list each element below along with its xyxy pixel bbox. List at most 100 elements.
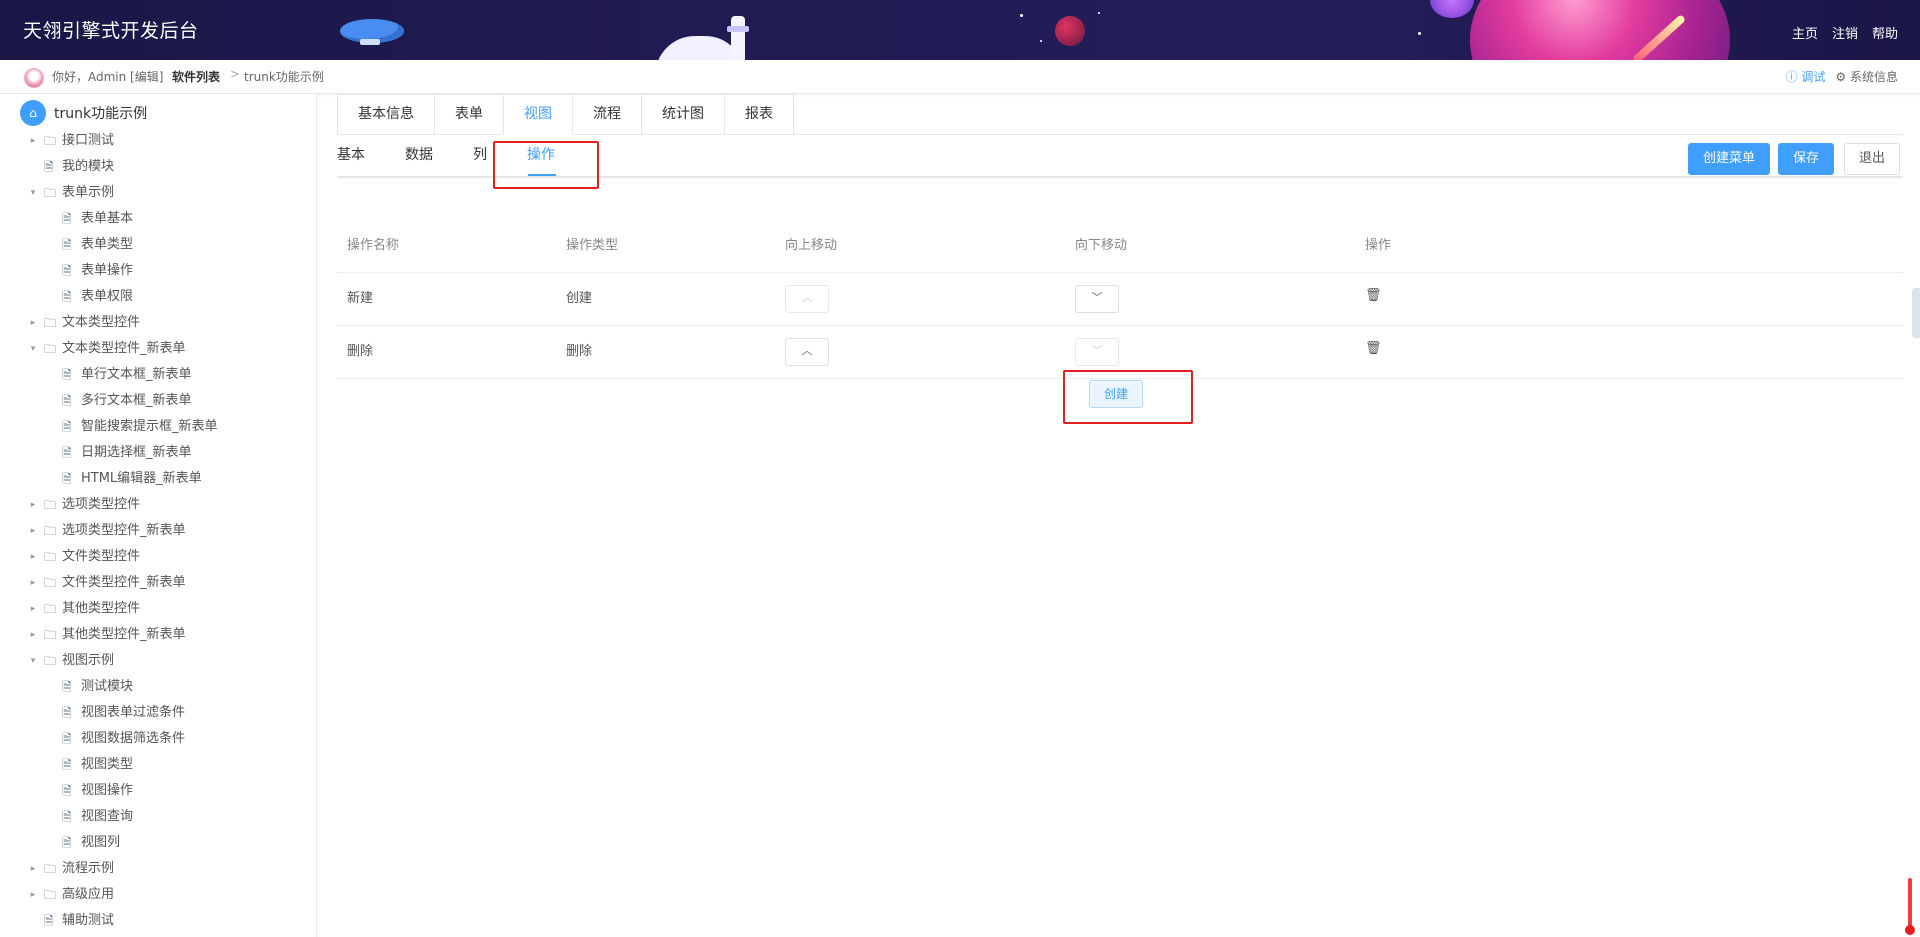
system-info-link[interactable]: ⚙ 系统信息 — [1835, 68, 1898, 85]
tab-report[interactable]: 报表 — [724, 94, 794, 134]
subtab-basic[interactable]: 基本 — [337, 144, 365, 164]
sidebar-tree-item[interactable]: ▾ 🗀 文本类型控件_新表单 — [0, 336, 316, 362]
exit-button[interactable]: 退出 — [1844, 143, 1901, 175]
sidebar-tree-item[interactable]: ▸ 🗀 高级应用 — [0, 882, 316, 908]
caret-right-icon[interactable]: ▸ — [28, 856, 38, 882]
sidebar-tree-item-label: 表单示例 — [62, 185, 115, 200]
sidebar-tree-item[interactable]: ▸ 🗀 选项类型控件_新表单 — [0, 518, 316, 544]
caret-down-icon[interactable]: ▾ — [28, 180, 38, 206]
caret-right-icon[interactable]: ▸ — [28, 882, 38, 908]
tab-view[interactable]: 视图 — [503, 94, 573, 135]
caret-down-icon[interactable]: ▾ — [28, 648, 38, 674]
sidebar-tree-item[interactable]: 🗎 辅助测试 — [0, 908, 316, 934]
nav-logout-link[interactable]: 注销 — [1832, 23, 1858, 42]
move-down-button[interactable]: ﹀ — [1075, 338, 1119, 366]
tree-root[interactable]: ⌂ trunk功能示例 — [20, 100, 147, 126]
file-icon: 🗎 — [62, 446, 72, 460]
sidebar-tree-item[interactable]: 🗎 视图列 — [0, 830, 316, 856]
tab-workflow[interactable]: 流程 — [572, 94, 642, 134]
blimp-illustration — [340, 19, 404, 45]
sidebar-tree-item-label: 视图类型 — [81, 757, 134, 772]
breadcrumb-current: trunk功能示例 — [244, 70, 324, 84]
user-greeting[interactable]: 你好，Admin [编辑] — [52, 68, 163, 85]
breadcrumb-software-list[interactable]: 软件列表 — [172, 68, 220, 85]
sidebar-tree-item[interactable]: 🗎 表单基本 — [0, 206, 316, 232]
sidebar-tree-item[interactable]: 🗎 视图数据筛选条件 — [0, 726, 316, 752]
folder-icon: 🗀 — [44, 628, 57, 642]
sidebar-tree-item[interactable]: 🗎 HTML编辑器_新表单 — [0, 466, 316, 492]
sidebar-tree-item[interactable]: ▸ 🗀 文件类型控件_新表单 — [0, 570, 316, 596]
subtab-data[interactable]: 数据 — [405, 144, 433, 164]
sidebar-tree-item[interactable]: 🗎 表单权限 — [0, 284, 316, 310]
sidebar-tree-item[interactable]: 🗎 我的模块 — [0, 154, 316, 180]
sidebar-tree-item[interactable]: ▸ 🗀 其他类型控件 — [0, 596, 316, 622]
trash-icon[interactable]: 🗑 — [1365, 341, 1382, 356]
sidebar-tree-item-label: 高级应用 — [62, 887, 115, 902]
file-icon: 🗎 — [62, 368, 72, 382]
sidebar-tree-item-label: 文本类型控件_新表单 — [62, 341, 186, 356]
file-icon: 🗎 — [62, 420, 72, 434]
sidebar-tree-item[interactable]: ▾ 🗀 表单示例 — [0, 180, 316, 206]
nav-help-link[interactable]: 帮助 — [1872, 23, 1898, 42]
sidebar-tree-item[interactable]: 🗎 视图表单过滤条件 — [0, 700, 316, 726]
sidebar-tree-item[interactable]: 🗎 视图操作 — [0, 778, 316, 804]
breadcrumb-separator: > — [230, 67, 241, 81]
sidebar-tree-item[interactable]: 🗎 表单类型 — [0, 232, 316, 258]
folder-icon: 🗀 — [44, 888, 57, 902]
sidebar-tree-item[interactable]: ▸ 🗀 文本类型控件 — [0, 310, 316, 336]
folder-icon: 🗀 — [44, 316, 57, 330]
move-up-button[interactable]: ︿ — [785, 285, 829, 313]
sidebar-tree-item[interactable]: ▸ 🗀 选项类型控件 — [0, 492, 316, 518]
tab-chart[interactable]: 统计图 — [641, 94, 725, 134]
home-icon: ⌂ — [20, 100, 46, 126]
sidebar-tree-item-label: 文件类型控件 — [62, 549, 141, 564]
folder-icon: 🗀 — [44, 576, 57, 590]
chevron-up-icon: ︿ — [801, 344, 813, 357]
caret-down-icon[interactable]: ▾ — [28, 336, 38, 362]
operation-type: 创建 — [566, 291, 593, 306]
sidebar-tree-item-label: 表单权限 — [81, 289, 134, 304]
sidebar-tree-item[interactable]: ▸ 🗀 流程示例 — [0, 856, 316, 882]
file-icon: 🗎 — [62, 212, 72, 226]
caret-right-icon[interactable]: ▸ — [28, 310, 38, 336]
subtab-columns[interactable]: 列 — [473, 144, 487, 164]
sidebar-tree-item[interactable]: ▸ 🗀 文件类型控件 — [0, 544, 316, 570]
caret-right-icon[interactable]: ▸ — [28, 128, 38, 154]
file-icon: 🗎 — [62, 758, 72, 772]
sidebar-tree-item[interactable]: 🗎 视图类型 — [0, 752, 316, 778]
tab-form[interactable]: 表单 — [434, 94, 504, 134]
sidebar-tree-item[interactable]: 🗎 智能搜索提示框_新表单 — [0, 414, 316, 440]
sidebar-tree-item[interactable]: 🗎 测试模块 — [0, 674, 316, 700]
file-icon: 🗎 — [62, 290, 72, 304]
sidebar-tree-item[interactable]: ▸ 🗀 其他类型控件_新表单 — [0, 622, 316, 648]
side-collapse-handle[interactable] — [1912, 288, 1920, 338]
sidebar-tree-item-label: 单行文本框_新表单 — [81, 367, 192, 382]
file-icon: 🗎 — [62, 680, 72, 694]
move-down-button[interactable]: ﹀ — [1075, 285, 1119, 313]
caret-right-icon[interactable]: ▸ — [28, 570, 38, 596]
sidebar-tree-item[interactable]: ▾ 🗀 视图示例 — [0, 648, 316, 674]
caret-right-icon[interactable]: ▸ — [28, 596, 38, 622]
sidebar-tree-item[interactable]: 🗎 多行文本框_新表单 — [0, 388, 316, 414]
debug-link[interactable]: ⓘ 调试 — [1786, 68, 1826, 85]
save-button[interactable]: 保存 — [1778, 143, 1835, 175]
table-row: 新建 创建 ︿ ﹀ 🗑 — [337, 273, 1903, 326]
sidebar-tree-item[interactable]: 🗎 单行文本框_新表单 — [0, 362, 316, 388]
tab-basic-info[interactable]: 基本信息 — [337, 94, 435, 134]
trash-icon[interactable]: 🗑 — [1365, 288, 1382, 303]
folder-icon: 🗀 — [44, 654, 57, 668]
sidebar-tree-item[interactable]: 🗎 日期选择框_新表单 — [0, 440, 316, 466]
sidebar-tree-item[interactable]: ▸ 🗀 接口测试 — [0, 128, 316, 154]
move-up-button[interactable]: ︿ — [785, 338, 829, 366]
caret-right-icon[interactable]: ▸ — [28, 544, 38, 570]
sidebar-tree-item[interactable]: 🗎 表单操作 — [0, 258, 316, 284]
file-icon: 🗎 — [62, 810, 72, 824]
caret-right-icon[interactable]: ▸ — [28, 518, 38, 544]
table-header: 操作名称 操作类型 向上移动 向下移动 操作 — [337, 220, 1903, 273]
caret-right-icon[interactable]: ▸ — [28, 622, 38, 648]
nav-home-link[interactable]: 主页 — [1792, 23, 1818, 42]
sidebar-tree-item[interactable]: 🗎 视图查询 — [0, 804, 316, 830]
caret-right-icon[interactable]: ▸ — [28, 492, 38, 518]
folder-icon: 🗀 — [44, 862, 57, 876]
create-menu-button[interactable]: 创建菜单 — [1688, 143, 1771, 175]
